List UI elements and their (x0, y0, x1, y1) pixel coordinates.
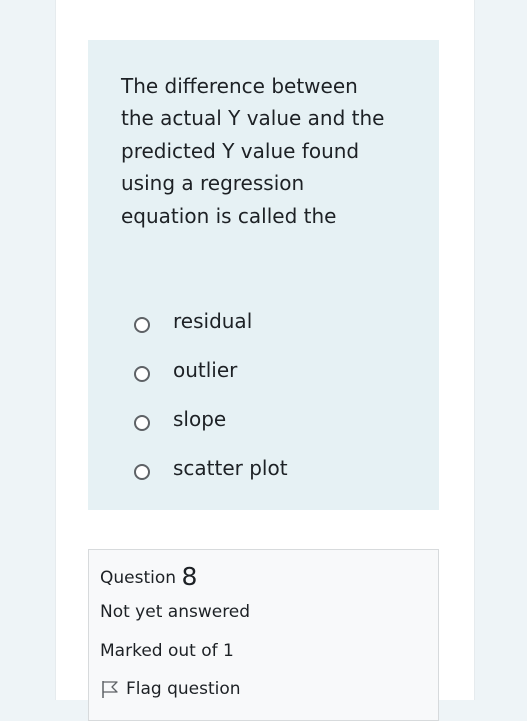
flag-question-link[interactable]: Flag question (100, 679, 241, 699)
radio-unchecked-icon[interactable] (134, 316, 150, 333)
question-label: Question (100, 568, 177, 588)
flag-question-label: Flag question (126, 679, 241, 699)
question-text: The difference between the actual Y valu… (121, 70, 421, 232)
question-number-heading: Question 8 (100, 562, 197, 591)
radio-unchecked-icon[interactable] (134, 414, 150, 431)
question-text-line: The difference between (121, 74, 358, 98)
answer-label: slope (173, 406, 227, 431)
question-number: 8 (181, 562, 198, 591)
question-text-line: equation is called the (121, 203, 337, 228)
question-grade: Marked out of 1 (100, 641, 234, 661)
question-text-line: using a regression (121, 171, 305, 196)
answer-option-residual[interactable]: residual (134, 296, 288, 345)
answer-label: outlier (173, 357, 238, 382)
answer-option-slope[interactable]: slope (134, 394, 288, 443)
radio-unchecked-icon[interactable] (134, 365, 150, 382)
question-text-line: predicted Y value found (121, 138, 360, 163)
answer-option-outlier[interactable]: outlier (134, 345, 288, 394)
question-text-line: the actual Y value and the (121, 106, 385, 131)
radio-unchecked-icon[interactable] (134, 463, 150, 480)
answer-label: scatter plot (173, 455, 288, 480)
answer-label: residual (173, 308, 253, 333)
flag-icon[interactable] (100, 680, 120, 698)
answer-option-scatter-plot[interactable]: scatter plot (134, 443, 288, 492)
question-status: Not yet answered (100, 602, 251, 622)
answer-list: residual outlier slope scatter plot (134, 296, 288, 492)
